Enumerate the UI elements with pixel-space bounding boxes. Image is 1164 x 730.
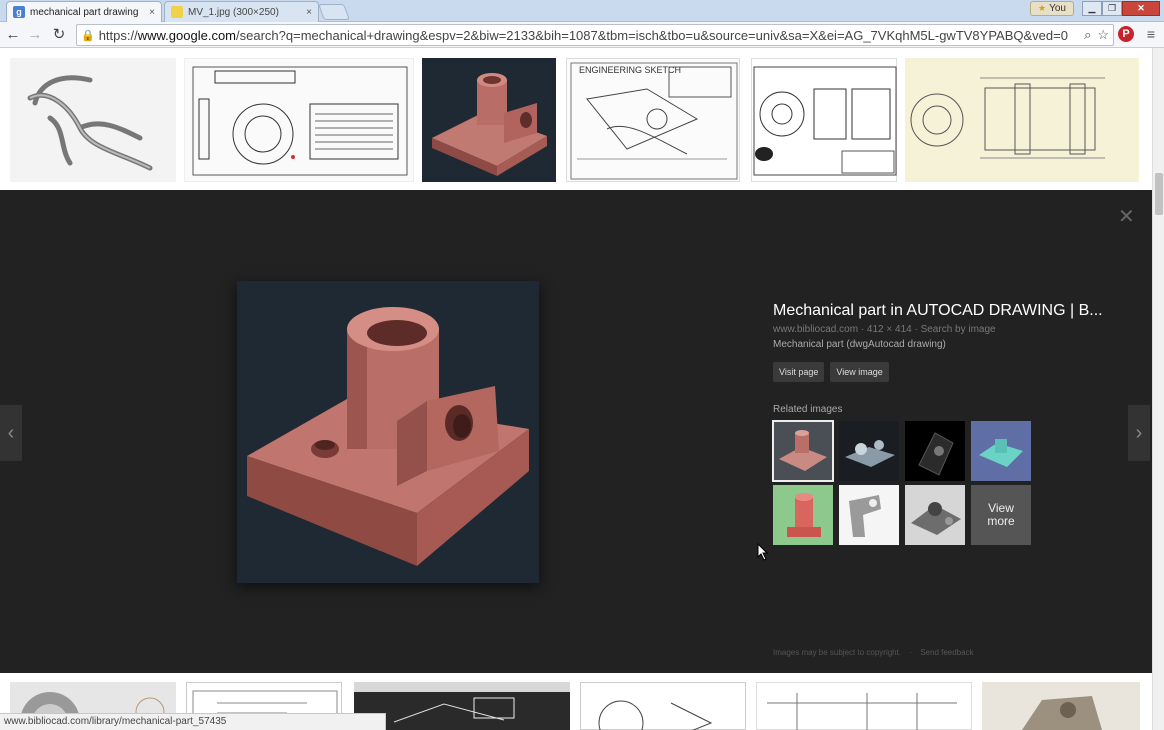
mouse-cursor-icon <box>757 543 769 561</box>
tab-mv-1-jpg[interactable]: MV_1.jpg (300×250) × <box>164 1 319 22</box>
page-scrollbar[interactable] <box>1152 48 1164 730</box>
metal-part-thumbnail <box>1022 696 1102 730</box>
result-thumbnail[interactable] <box>751 58 897 182</box>
minimize-icon: ▁ <box>1088 3 1096 13</box>
image-favicon-icon <box>171 6 183 18</box>
panel-footer: Images may be subject to copyright. · Se… <box>773 648 980 657</box>
browser-toolbar: ← → ↻ 🔒 https://www.google.com/search?q=… <box>0 22 1164 48</box>
maximize-button[interactable]: ❐ <box>1102 1 1122 16</box>
star-icon: ★ <box>1038 3 1047 13</box>
related-part-thumb <box>849 495 881 537</box>
drawing-thumbnail <box>767 693 957 730</box>
view-more-button[interactable]: View more <box>971 485 1031 545</box>
result-thumbnail[interactable]: ENGINEERING SKETCH <box>566 58 740 182</box>
reload-icon: ↻ <box>52 26 66 43</box>
url-path: /search?q=mechanical+drawing&espv=2&biw=… <box>236 27 1068 43</box>
cylinder-drawing-thumbnail <box>910 77 1105 159</box>
result-thumbnail[interactable] <box>982 682 1140 730</box>
image-description: Mechanical part (dwgAutocad drawing) <box>773 339 946 350</box>
related-images-grid: View more <box>772 420 1043 551</box>
pinterest-extension-icon[interactable]: P <box>1118 26 1134 42</box>
reload-button[interactable]: ↻ <box>50 26 68 44</box>
restore-icon: ❐ <box>1107 3 1117 13</box>
image-info: Mechanical part in AUTOCAD DRAWING | B..… <box>772 302 1133 551</box>
profile-button[interactable]: ★ You <box>1030 1 1074 16</box>
related-image[interactable] <box>905 421 965 481</box>
separator: · <box>909 648 912 657</box>
image-preview-panel: ✕ ‹ › Mechanical part in AUTOCAD DRAWING… <box>0 190 1152 673</box>
image-results-row: ENGINEERING SKETCH <box>0 48 1152 198</box>
mechanical-part-thumbnail <box>432 73 547 176</box>
send-feedback-link[interactable]: Send feedback <box>920 648 973 657</box>
preview-image[interactable] <box>237 281 539 583</box>
technical-drawing-thumbnail <box>192 66 408 176</box>
cad-screen-thumbnail <box>354 682 570 723</box>
bookmark-star-icon[interactable]: ☆ <box>1097 27 1109 43</box>
search-icon[interactable]: ⌕ <box>1084 27 1091 43</box>
chevron-left-icon: ‹ <box>7 421 15 444</box>
address-bar[interactable]: 🔒 https://www.google.com/search?q=mechan… <box>76 24 1114 46</box>
gear-drawing-thumbnail <box>753 66 897 176</box>
tab-strip: g mechanical part drawing × MV_1.jpg (30… <box>0 0 1164 22</box>
result-thumbnail[interactable] <box>756 682 972 730</box>
lock-icon: 🔒 <box>81 29 95 42</box>
new-tab-button[interactable] <box>318 4 350 20</box>
thumb-annotation: ENGINEERING SKETCH <box>579 65 681 75</box>
previous-image-button[interactable]: ‹ <box>0 405 22 461</box>
tree-sketch-thumbnail <box>27 75 153 171</box>
image-meta[interactable]: www.bibliocad.com · 412 × 414 · Search b… <box>773 324 1133 335</box>
url-scheme: https:// <box>98 27 138 43</box>
engineering-sketch-thumbnail: ENGINEERING SKETCH <box>570 62 738 180</box>
result-thumbnail[interactable] <box>184 58 414 182</box>
arrow-right-icon: → <box>27 26 43 43</box>
related-image[interactable] <box>839 485 899 545</box>
related-image[interactable] <box>971 421 1031 481</box>
visit-page-button[interactable]: Visit page <box>773 362 825 382</box>
related-part-thumb <box>918 432 954 476</box>
related-image[interactable] <box>905 485 965 545</box>
chevron-right-icon: › <box>1135 421 1143 444</box>
drawing-thumbnail <box>598 700 713 730</box>
related-image[interactable] <box>839 421 899 481</box>
close-icon: ✕ <box>1137 3 1145 13</box>
minimize-button[interactable]: ▁ <box>1082 1 1102 16</box>
close-preview-icon[interactable]: ✕ <box>1118 204 1135 229</box>
url-text: https://www.google.com/search?q=mechanic… <box>99 28 1068 43</box>
arrow-left-icon: ← <box>5 26 21 43</box>
back-button[interactable]: ← <box>4 26 22 44</box>
related-part-thumb <box>787 493 821 537</box>
chrome-menu-icon[interactable]: ≡ <box>1144 26 1158 42</box>
action-buttons: Visit page View image <box>773 362 1133 382</box>
tab-close-icon[interactable]: × <box>149 7 155 18</box>
result-thumbnail[interactable] <box>580 682 746 730</box>
related-image[interactable] <box>772 420 834 482</box>
mechanical-part-render <box>247 307 529 566</box>
copyright-notice: Images may be subject to copyright. <box>773 648 902 657</box>
tab-title: MV_1.jpg (300×250) <box>188 6 279 18</box>
related-part-thumb <box>779 430 827 471</box>
result-thumbnail[interactable] <box>354 682 570 730</box>
related-part-thumb <box>911 502 961 535</box>
forward-button[interactable]: → <box>26 26 44 44</box>
google-favicon-icon: g <box>13 6 25 18</box>
related-image[interactable] <box>773 485 833 545</box>
image-title[interactable]: Mechanical part in AUTOCAD DRAWING | B..… <box>773 302 1133 320</box>
related-images-heading: Related images <box>773 404 843 415</box>
scrollbar-thumb[interactable] <box>1155 173 1163 215</box>
omnibox-icons: ⌕ ☆ <box>1084 27 1109 43</box>
url-host: www.google.com <box>137 27 237 43</box>
view-image-button[interactable]: View image <box>830 362 889 382</box>
status-bar-url: www.bibliocad.com/library/mechanical-par… <box>0 713 386 730</box>
result-thumbnail[interactable] <box>10 58 176 182</box>
tab-title: mechanical part drawing <box>30 6 139 18</box>
tab-close-icon[interactable]: × <box>306 7 312 18</box>
result-thumbnail-selected[interactable] <box>422 58 556 198</box>
profile-name: You <box>1049 3 1066 14</box>
result-thumbnail[interactable] <box>905 58 1139 182</box>
window-close-button[interactable]: ✕ <box>1122 1 1160 16</box>
view-more-label: View more <box>987 501 1015 528</box>
related-part-thumb <box>979 439 1023 467</box>
related-part-thumb <box>845 440 895 467</box>
tab-mechanical-part-drawing[interactable]: g mechanical part drawing × <box>6 1 162 22</box>
